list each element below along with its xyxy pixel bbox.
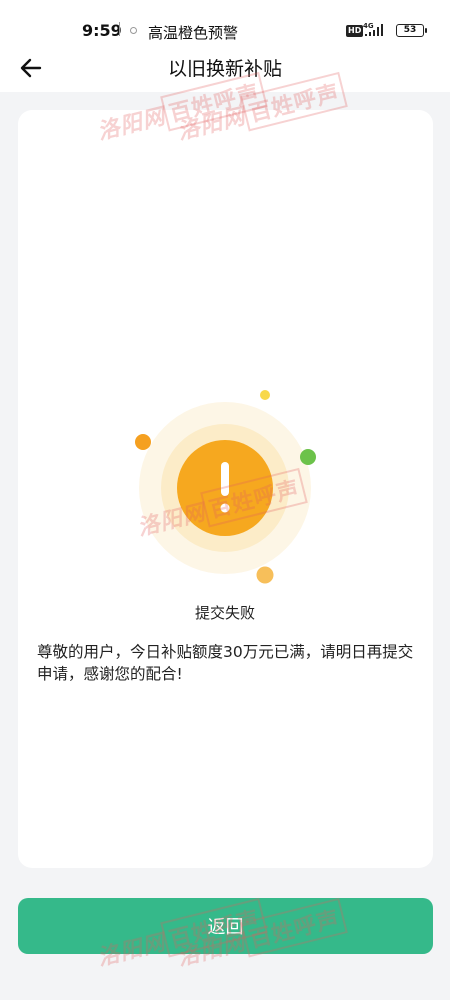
signal-icon: 4G <box>363 22 383 36</box>
network-type: 4G <box>363 22 374 30</box>
result-card <box>18 110 433 868</box>
hd-badge: HD <box>346 25 364 37</box>
status-time: 9:59 <box>82 21 122 40</box>
battery-icon: 53 <box>396 24 427 37</box>
status-alert-text: 高温橙色预警 <box>148 24 239 42</box>
result-title: 提交失败 <box>194 604 255 622</box>
nav-bar: 以旧换新补贴 <box>0 42 450 92</box>
status-divider <box>119 22 120 36</box>
result-message: 尊敬的用户，今日补贴额度30万元已满，请明日再提交申请，感谢您的配合! <box>37 643 414 683</box>
return-button[interactable]: 返回 <box>18 898 433 954</box>
notification-dot-icon <box>130 27 137 34</box>
status-bar: 9:59 高温橙色预警 HD 4G 53 <box>0 0 450 42</box>
page-title: 以旧换新补贴 <box>167 58 282 80</box>
